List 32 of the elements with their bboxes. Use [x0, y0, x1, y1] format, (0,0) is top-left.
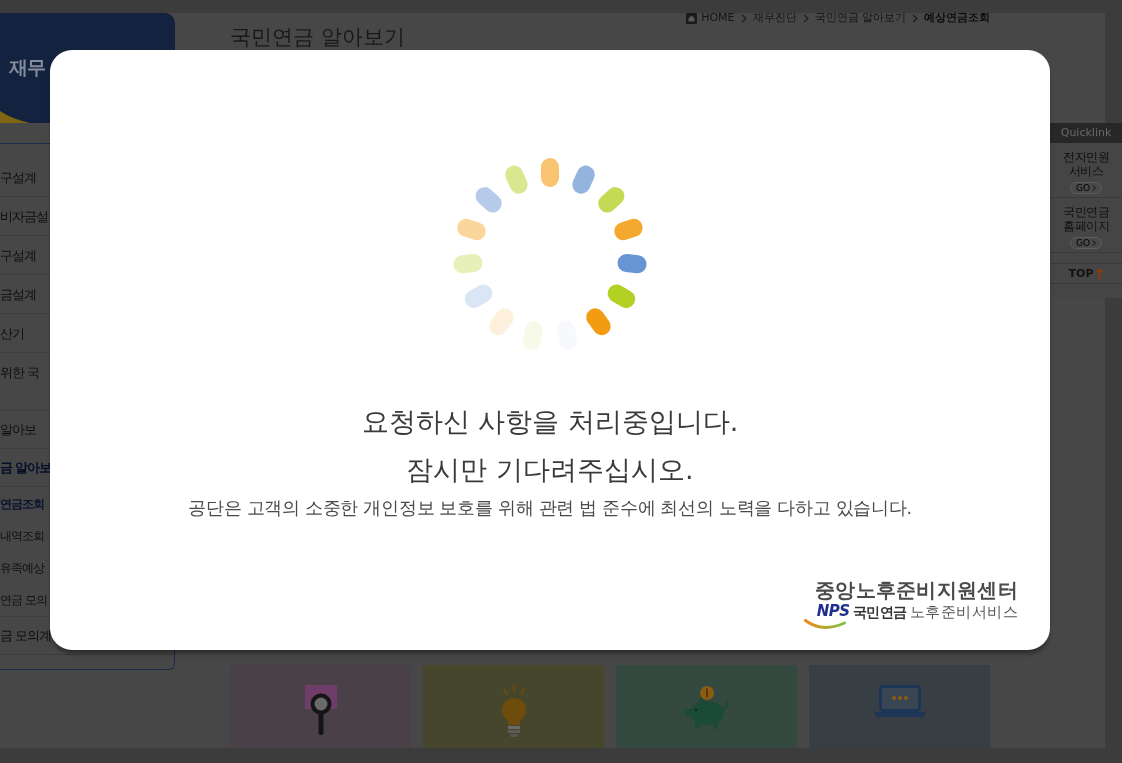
- quicklink-header: Quicklink: [1050, 123, 1122, 143]
- chevron-icon: [740, 13, 747, 23]
- wave-icon: [0, 109, 30, 123]
- menu-item[interactable]: 산기: [0, 325, 24, 341]
- home-icon: [686, 12, 698, 24]
- arrow-up-icon: [1096, 268, 1104, 279]
- status-message: 잠시만 기다려주십시오.: [406, 453, 694, 487]
- go-button[interactable]: GO: [1069, 237, 1103, 249]
- status-message: 요청하신 사항을 처리중입니다.: [361, 405, 739, 439]
- chevron-icon: [1092, 240, 1097, 246]
- chevron-icon: [912, 13, 918, 23]
- org-name: 국민연금: [852, 604, 907, 620]
- nps-wordmark: NPS: [816, 604, 850, 619]
- menu-item[interactable]: 알아보: [0, 422, 36, 437]
- service-name: 노후준비서비스: [909, 604, 1018, 620]
- submenu-item[interactable]: 연금조회: [0, 496, 45, 512]
- service-tile[interactable]: [423, 665, 604, 748]
- breadcrumb-link[interactable]: 예상연금조회: [924, 12, 990, 24]
- service-tile[interactable]: [230, 665, 411, 748]
- center-name: 중앙노후준비지원센터: [815, 578, 1018, 602]
- magnifier-icon: [303, 685, 338, 735]
- service-tile[interactable]: [616, 665, 797, 748]
- privacy-notice: 공단은 고객의 소중한 개인정보 보호를 위해 관련 법 준수에 최선의 노력을 다하고 있습니다.: [188, 497, 912, 520]
- piggy-bank-icon: [683, 685, 730, 731]
- chevron-icon: [1092, 185, 1097, 191]
- go-button[interactable]: GO: [1069, 182, 1103, 194]
- menu-item[interactable]: 금 알아보: [0, 460, 51, 475]
- sidebar-title: 재무: [9, 55, 45, 79]
- menu-item[interactable]: 비자금설: [0, 208, 48, 224]
- service-tile[interactable]: [809, 665, 990, 748]
- swoosh-icon: [803, 619, 846, 630]
- chevron-icon: [802, 13, 809, 23]
